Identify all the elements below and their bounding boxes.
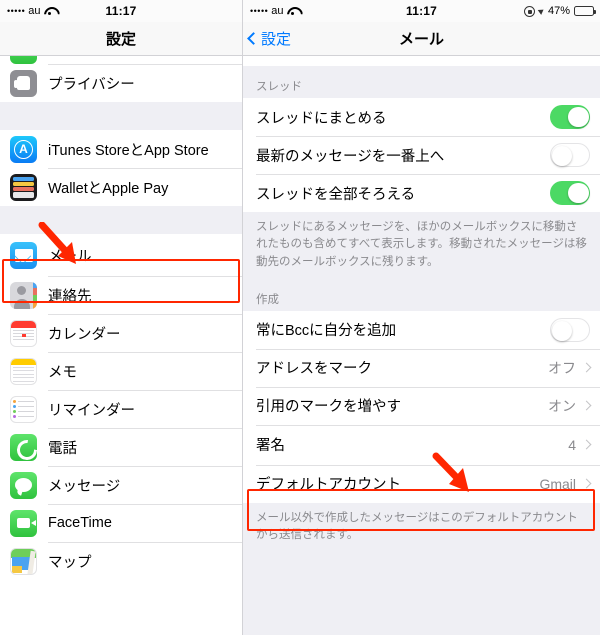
back-button-label: 設定 (261, 31, 292, 48)
toggle-always-bcc-myself[interactable] (550, 318, 590, 342)
status-bar-right-group: 47% (523, 5, 600, 17)
toggle-complete-threads[interactable] (550, 181, 590, 205)
back-button[interactable]: 設定 (243, 28, 291, 49)
setting-row-complete-threads[interactable]: スレッドを全部そろえる (243, 174, 600, 212)
sidebar-item-wallet-apple-pay[interactable]: WalletとApple Pay (0, 168, 242, 206)
row-label: スレッドにまとめる (256, 110, 387, 127)
messages-icon (10, 471, 37, 499)
dual-screenshot-container: ••••• au 11:17 設定 プライバシー A iTunes Storeと… (0, 0, 600, 635)
row-label: スレッドを全部そろえる (256, 186, 416, 203)
sidebar-item-contacts[interactable]: 連絡先 (0, 276, 242, 314)
contacts-icon (10, 281, 37, 309)
sidebar-item-phone[interactable]: 電話 (0, 428, 242, 466)
app-store-icon: A (10, 135, 37, 163)
sidebar-item-facetime[interactable]: FaceTime (0, 504, 242, 542)
cutoff-green-icon (10, 56, 37, 64)
chevron-right-icon (581, 478, 592, 489)
sidebar-item-messages[interactable]: メッセージ (0, 466, 242, 504)
location-arrow-icon (537, 7, 546, 15)
section-header-threads: スレッド (243, 66, 600, 98)
status-bar-left: ••••• au 11:17 (0, 0, 242, 22)
sidebar-item-label: FaceTime (48, 515, 112, 531)
section-footer-threads: スレッドにあるメッセージを、ほかのメールボックスに移動されたものも含めてすべて表… (243, 212, 600, 281)
sidebar-item-label: カレンダー (48, 326, 121, 343)
facetime-icon (10, 509, 37, 537)
row-value: Gmail (539, 475, 576, 492)
clock-label: 11:17 (105, 4, 137, 18)
sidebar-item-label: メール (48, 248, 92, 265)
wallet-icon (10, 173, 37, 201)
row-label: 常にBccに自分を追加 (256, 323, 397, 340)
rotation-lock-icon (523, 5, 535, 17)
setting-row-organize-by-thread[interactable]: スレッドにまとめる (243, 98, 600, 136)
toggle-organize-by-thread[interactable] (550, 105, 590, 129)
row-label: 最新のメッセージを一番上へ (256, 148, 445, 165)
list-item-cutoff-top[interactable] (243, 56, 600, 66)
sidebar-item-label: WalletとApple Pay (48, 180, 169, 197)
sidebar-item-label: リマインダー (48, 402, 135, 419)
row-value: オン (548, 397, 576, 414)
sidebar-item-label: プライバシー (48, 76, 135, 93)
sidebar-item-calendar[interactable]: カレンダー (0, 314, 242, 352)
row-value: オフ (548, 359, 576, 376)
section-header-composing: 作成 (243, 280, 600, 311)
list-item-cutoff-top[interactable] (0, 56, 242, 64)
settings-list-screen: ••••• au 11:17 設定 プライバシー A iTunes Storeと… (0, 0, 243, 635)
setting-row-always-bcc-myself[interactable]: 常にBccに自分を追加 (243, 310, 600, 349)
sidebar-item-label: 電話 (48, 440, 77, 457)
chevron-right-icon (581, 362, 592, 373)
page-title: メール (398, 31, 444, 48)
sidebar-item-label: マップ (48, 554, 92, 571)
sidebar-item-maps[interactable]: マップ (0, 542, 242, 580)
setting-row-increase-quote-level[interactable]: 引用のマークを増やす オン (243, 386, 600, 425)
toggle-most-recent-on-top[interactable] (550, 143, 590, 167)
sidebar-item-reminders[interactable]: リマインダー (0, 390, 242, 428)
calendar-icon (10, 319, 37, 347)
section-gap (0, 206, 242, 234)
maps-icon (10, 547, 37, 575)
chevron-right-icon (581, 439, 592, 450)
sidebar-item-label: 連絡先 (48, 288, 92, 305)
battery-icon (574, 6, 596, 16)
navigation-bar-right: 設定 メール (243, 22, 600, 56)
section-gap (0, 102, 242, 130)
sidebar-item-label: iTunes StoreとApp Store (48, 142, 209, 159)
chevron-right-icon (581, 400, 592, 411)
row-label: 引用のマークを増やす (256, 399, 401, 416)
phone-icon (10, 433, 37, 461)
section-footer-composing: メール以外で作成したメッセージはこのデフォルトアカウントから送信されます。 (243, 502, 600, 555)
status-bar-right: ••••• au 11:17 47% (243, 0, 600, 22)
row-label: 署名 (256, 438, 285, 455)
row-label: デフォルトアカウント (256, 477, 401, 494)
setting-row-default-account[interactable]: デフォルトアカウント Gmail (243, 464, 600, 503)
mail-icon (10, 241, 37, 269)
sidebar-item-notes[interactable]: メモ (0, 352, 242, 390)
mail-settings-screen: ••••• au 11:17 47% 設定 メール スレッド スレッドにまとめる… (243, 0, 600, 635)
setting-row-signature[interactable]: 署名 4 (243, 424, 600, 465)
sidebar-item-label: メッセージ (48, 478, 121, 495)
sidebar-item-itunes-app-store[interactable]: A iTunes StoreとApp Store (0, 130, 242, 168)
row-value: 4 (568, 436, 576, 453)
sidebar-item-mail[interactable]: メール (0, 234, 242, 276)
setting-row-most-recent-on-top[interactable]: 最新のメッセージを一番上へ (243, 136, 600, 174)
reminders-icon (10, 395, 37, 423)
battery-percent-label: 47% (547, 5, 570, 17)
sidebar-item-privacy[interactable]: プライバシー (0, 64, 242, 102)
notes-icon (10, 357, 37, 385)
setting-row-mark-addresses[interactable]: アドレスをマーク オフ (243, 348, 600, 387)
page-title: 設定 (105, 31, 136, 48)
navigation-bar-left: 設定 (0, 22, 242, 56)
privacy-hand-icon (10, 69, 37, 97)
chevron-left-icon (247, 32, 260, 45)
sidebar-item-label: メモ (48, 364, 77, 381)
row-label: アドレスをマーク (256, 361, 372, 378)
